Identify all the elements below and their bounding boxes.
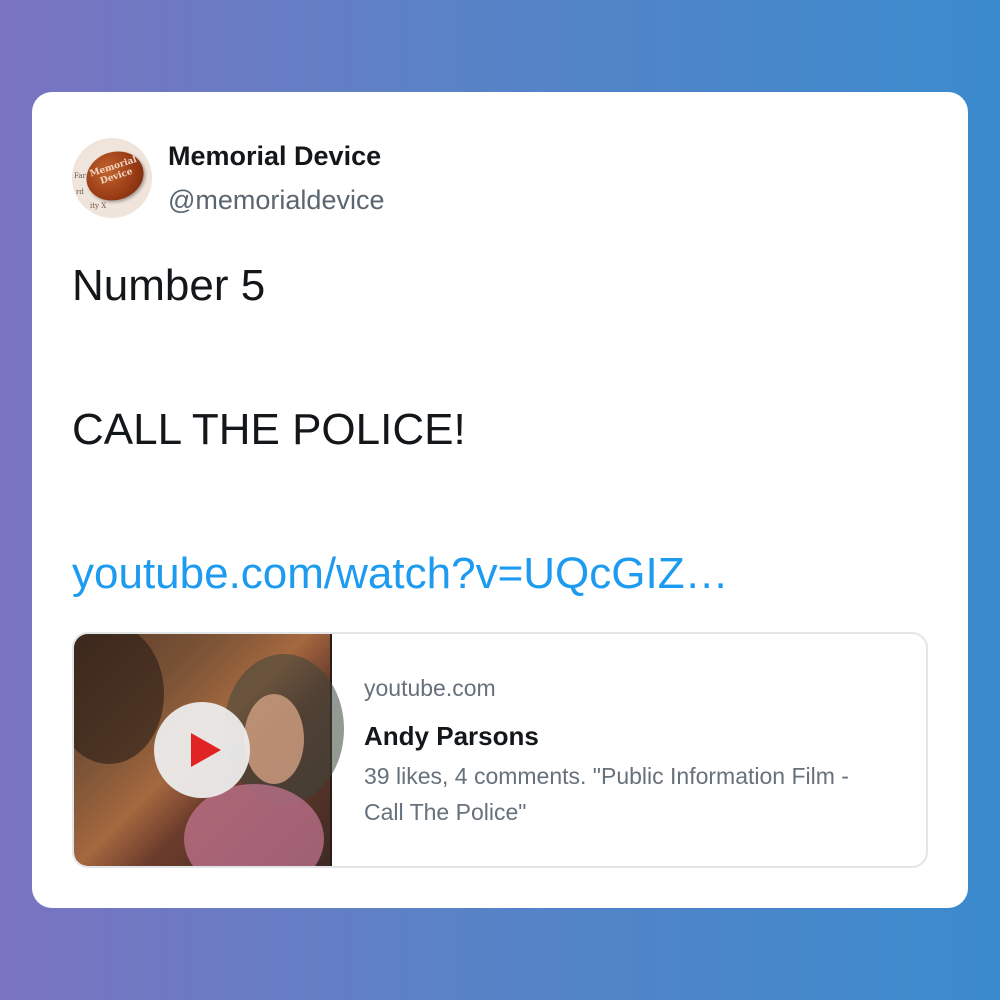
- play-button[interactable]: [154, 702, 250, 798]
- author-handle[interactable]: @memorialdevice: [168, 184, 384, 216]
- play-icon: [191, 733, 221, 767]
- preview-description: 39 likes, 4 comments. "Public Informatio…: [364, 763, 849, 825]
- thumbnail-shade: [74, 634, 164, 764]
- avatar[interactable]: Far rd ity X Memorial Device: [72, 138, 152, 218]
- author-names: Memorial Device @memorialdevice: [168, 140, 384, 216]
- tweet-card: Far rd ity X Memorial Device Memorial De…: [32, 92, 968, 908]
- tweet-text-line-1: Number 5: [72, 261, 266, 310]
- avatar-bottom-text: ity X: [90, 202, 107, 210]
- tweet-text-line-2: CALL THE POLICE!: [72, 405, 466, 454]
- link-preview-card[interactable]: youtube.com Andy Parsons 39 likes, 4 com…: [72, 632, 928, 868]
- avatar-side-text-2: rd: [76, 188, 84, 196]
- preview-domain: youtube.com: [364, 675, 496, 701]
- tweet-header: Far rd ity X Memorial Device Memorial De…: [72, 136, 384, 220]
- preview-meta: youtube.com Andy Parsons 39 likes, 4 com…: [332, 634, 864, 866]
- author-display-name[interactable]: Memorial Device: [168, 140, 384, 172]
- tweet-link[interactable]: youtube.com/watch?v=UQcGIZ…: [72, 548, 729, 600]
- preview-title: Andy Parsons: [364, 721, 539, 751]
- thumbnail-face: [244, 694, 304, 784]
- video-thumbnail[interactable]: [74, 634, 344, 866]
